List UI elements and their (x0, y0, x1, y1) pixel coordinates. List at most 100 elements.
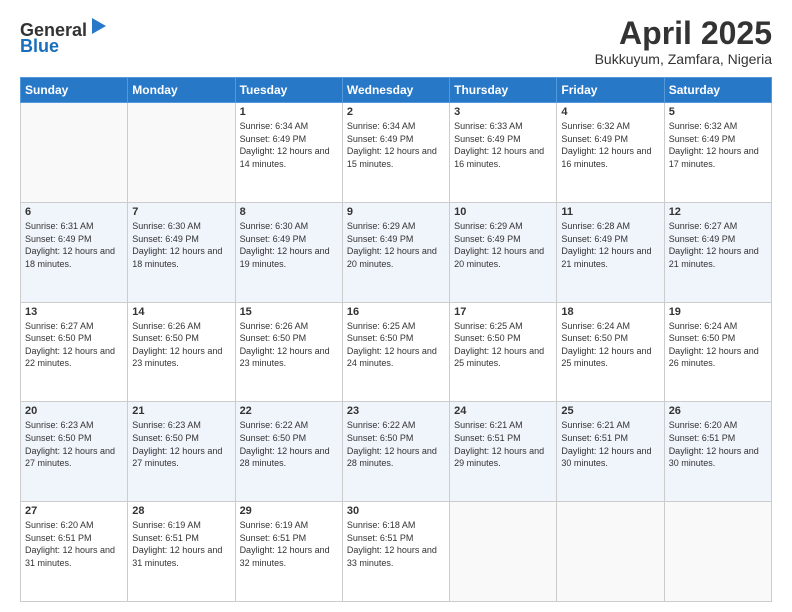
col-wednesday: Wednesday (342, 78, 449, 103)
day-info: Sunrise: 6:18 AMSunset: 6:51 PMDaylight:… (347, 519, 445, 569)
day-number: 7 (132, 206, 230, 218)
day-info: Sunrise: 6:20 AMSunset: 6:51 PMDaylight:… (669, 419, 767, 469)
day-number: 8 (240, 206, 338, 218)
day-number: 10 (454, 206, 552, 218)
day-number: 9 (347, 206, 445, 218)
day-info: Sunrise: 6:24 AMSunset: 6:50 PMDaylight:… (561, 320, 659, 370)
page: General Blue April 2025 Bukkuyum, Zamfar… (0, 0, 792, 612)
day-cell: 27 Sunrise: 6:20 AMSunset: 6:51 PMDayligh… (21, 502, 128, 602)
day-cell: 2 Sunrise: 6:34 AMSunset: 6:49 PMDaylight… (342, 103, 449, 203)
calendar-table: Sunday Monday Tuesday Wednesday Thursday… (20, 77, 772, 602)
day-info: Sunrise: 6:31 AMSunset: 6:49 PMDaylight:… (25, 220, 123, 270)
col-saturday: Saturday (664, 78, 771, 103)
day-number: 20 (25, 405, 123, 417)
day-cell: 6 Sunrise: 6:31 AMSunset: 6:49 PMDaylight… (21, 202, 128, 302)
day-info: Sunrise: 6:29 AMSunset: 6:49 PMDaylight:… (454, 220, 552, 270)
day-info: Sunrise: 6:25 AMSunset: 6:50 PMDaylight:… (454, 320, 552, 370)
day-info: Sunrise: 6:24 AMSunset: 6:50 PMDaylight:… (669, 320, 767, 370)
day-cell: 9 Sunrise: 6:29 AMSunset: 6:49 PMDaylight… (342, 202, 449, 302)
day-info: Sunrise: 6:29 AMSunset: 6:49 PMDaylight:… (347, 220, 445, 270)
day-cell: 13 Sunrise: 6:27 AMSunset: 6:50 PMDayligh… (21, 302, 128, 402)
day-number: 30 (347, 505, 445, 517)
day-info: Sunrise: 6:33 AMSunset: 6:49 PMDaylight:… (454, 120, 552, 170)
day-number: 12 (669, 206, 767, 218)
day-cell (128, 103, 235, 203)
logo-icon (88, 16, 110, 38)
day-info: Sunrise: 6:23 AMSunset: 6:50 PMDaylight:… (132, 419, 230, 469)
day-number: 11 (561, 206, 659, 218)
day-cell: 17Sunrise: 6:25 AMSunset: 6:50 PMDayligh… (450, 302, 557, 402)
day-number: 15 (240, 306, 338, 318)
day-cell: 20Sunrise: 6:23 AMSunset: 6:50 PMDayligh… (21, 402, 128, 502)
day-number: 24 (454, 405, 552, 417)
col-monday: Monday (128, 78, 235, 103)
col-tuesday: Tuesday (235, 78, 342, 103)
week-row-3: 13 Sunrise: 6:27 AMSunset: 6:50 PMDayligh… (21, 302, 772, 402)
title-section: April 2025 Bukkuyum, Zamfara, Nigeria (595, 16, 772, 67)
day-info: Sunrise: 6:26 AMSunset: 6:50 PMDaylight:… (132, 320, 230, 370)
day-info: Sunrise: 6:27 AMSunset: 6:49 PMDaylight:… (669, 220, 767, 270)
day-info: Sunrise: 6:22 AMSunset: 6:50 PMDaylight:… (347, 419, 445, 469)
day-number: 25 (561, 405, 659, 417)
day-info: Sunrise: 6:30 AMSunset: 6:49 PMDaylight:… (240, 220, 338, 270)
logo: General Blue (20, 16, 110, 57)
day-cell (664, 502, 771, 602)
day-cell: 7 Sunrise: 6:30 AMSunset: 6:49 PMDaylight… (128, 202, 235, 302)
day-cell: 23Sunrise: 6:22 AMSunset: 6:50 PMDayligh… (342, 402, 449, 502)
day-number: 22 (240, 405, 338, 417)
day-info: Sunrise: 6:34 AMSunset: 6:49 PMDaylight:… (240, 120, 338, 170)
day-cell: 16 Sunrise: 6:25 AMSunset: 6:50 PMDayligh… (342, 302, 449, 402)
day-cell: 10 Sunrise: 6:29 AMSunset: 6:49 PMDayligh… (450, 202, 557, 302)
day-info: Sunrise: 6:32 AMSunset: 6:49 PMDaylight:… (669, 120, 767, 170)
day-number: 13 (25, 306, 123, 318)
day-cell: 4Sunrise: 6:32 AMSunset: 6:49 PMDaylight… (557, 103, 664, 203)
week-row-5: 27 Sunrise: 6:20 AMSunset: 6:51 PMDayligh… (21, 502, 772, 602)
day-info: Sunrise: 6:19 AMSunset: 6:51 PMDaylight:… (132, 519, 230, 569)
week-row-1: 1 Sunrise: 6:34 AMSunset: 6:49 PMDaylight… (21, 103, 772, 203)
day-cell (21, 103, 128, 203)
day-cell: 22 Sunrise: 6:22 AMSunset: 6:50 PMDayligh… (235, 402, 342, 502)
day-cell: 14 Sunrise: 6:26 AMSunset: 6:50 PMDayligh… (128, 302, 235, 402)
day-number: 21 (132, 405, 230, 417)
day-number: 1 (240, 106, 338, 118)
day-number: 14 (132, 306, 230, 318)
month-title: April 2025 (595, 16, 772, 51)
day-info: Sunrise: 6:21 AMSunset: 6:51 PMDaylight:… (561, 419, 659, 469)
day-info: Sunrise: 6:20 AMSunset: 6:51 PMDaylight:… (25, 519, 123, 569)
day-number: 6 (25, 206, 123, 218)
day-cell: 19 Sunrise: 6:24 AMSunset: 6:50 PMDayligh… (664, 302, 771, 402)
day-number: 3 (454, 106, 552, 118)
day-cell: 8 Sunrise: 6:30 AMSunset: 6:49 PMDaylight… (235, 202, 342, 302)
header: General Blue April 2025 Bukkuyum, Zamfar… (20, 16, 772, 67)
day-cell: 26 Sunrise: 6:20 AMSunset: 6:51 PMDayligh… (664, 402, 771, 502)
logo-blue: Blue (20, 36, 59, 57)
day-number: 19 (669, 306, 767, 318)
day-info: Sunrise: 6:19 AMSunset: 6:51 PMDaylight:… (240, 519, 338, 569)
day-info: Sunrise: 6:28 AMSunset: 6:49 PMDaylight:… (561, 220, 659, 270)
day-info: Sunrise: 6:21 AMSunset: 6:51 PMDaylight:… (454, 419, 552, 469)
day-cell: 21 Sunrise: 6:23 AMSunset: 6:50 PMDayligh… (128, 402, 235, 502)
col-sunday: Sunday (21, 78, 128, 103)
day-info: Sunrise: 6:25 AMSunset: 6:50 PMDaylight:… (347, 320, 445, 370)
day-number: 27 (25, 505, 123, 517)
day-info: Sunrise: 6:27 AMSunset: 6:50 PMDaylight:… (25, 320, 123, 370)
day-number: 2 (347, 106, 445, 118)
day-cell: 18 Sunrise: 6:24 AMSunset: 6:50 PMDayligh… (557, 302, 664, 402)
day-info: Sunrise: 6:34 AMSunset: 6:49 PMDaylight:… (347, 120, 445, 170)
day-info: Sunrise: 6:22 AMSunset: 6:50 PMDaylight:… (240, 419, 338, 469)
day-cell: 5 Sunrise: 6:32 AMSunset: 6:49 PMDaylight… (664, 103, 771, 203)
day-cell: 25 Sunrise: 6:21 AMSunset: 6:51 PMDayligh… (557, 402, 664, 502)
day-number: 29 (240, 505, 338, 517)
day-number: 18 (561, 306, 659, 318)
week-row-4: 20 Sunrise: 6:23 AMSunset: 6:50 PMDayligh… (21, 402, 772, 502)
day-info: Sunrise: 6:30 AMSunset: 6:49 PMDaylight:… (132, 220, 230, 270)
day-number: 26 (669, 405, 767, 417)
day-cell (450, 502, 557, 602)
day-number: 16 (347, 306, 445, 318)
day-number: 28 (132, 505, 230, 517)
day-number: 4 (561, 106, 659, 118)
day-cell: 28 Sunrise: 6:19 AMSunset: 6:51 PMDayligh… (128, 502, 235, 602)
calendar-header-row: Sunday Monday Tuesday Wednesday Thursday… (21, 78, 772, 103)
col-friday: Friday (557, 78, 664, 103)
day-number: 5 (669, 106, 767, 118)
